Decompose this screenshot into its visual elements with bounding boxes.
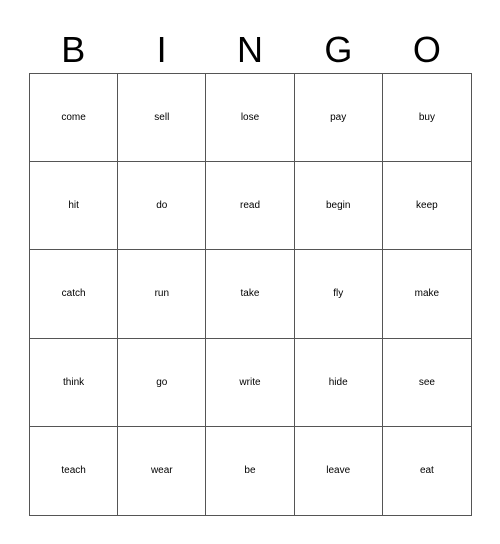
bingo-cell: be (206, 426, 295, 515)
bingo-cell: do (118, 162, 207, 251)
bingo-cell: buy (382, 74, 471, 163)
bingo-cell: write (206, 338, 295, 427)
bingo-cell: keep (382, 162, 471, 251)
header-letter-n: N (237, 29, 264, 70)
bingo-cell: begin (294, 162, 383, 251)
bingo-cell: fly (294, 250, 383, 339)
bingo-cell: sell (118, 74, 207, 163)
bingo-cell: leave (295, 426, 383, 515)
header-letter-b: B (61, 29, 86, 70)
header-letter-g: G (324, 29, 353, 70)
bingo-cell: run (118, 250, 207, 339)
bingo-cell: take (206, 250, 295, 339)
bingo-cell: eat (419, 465, 434, 477)
bingo-cell: read (206, 162, 295, 251)
bingo-cell: make (382, 250, 471, 339)
bingo-header: B I N G O (29, 28, 471, 72)
header-letter-o: O (412, 29, 441, 70)
bingo-cell: hide (294, 338, 383, 427)
bingo-cell: wear (118, 426, 207, 515)
bingo-cell: hit (30, 162, 119, 251)
bingo-cell: see (382, 339, 471, 427)
bingo-cell: teach (30, 426, 119, 515)
bingo-grid: come sell lose pay buy hit do read begin keep catc… (29, 73, 472, 516)
bingo-cell: come (30, 74, 119, 163)
bingo-cell: pay (294, 74, 383, 163)
bingo-cell: lose (206, 74, 295, 163)
header-letter-i: I (156, 29, 167, 70)
bingo-cell: go (118, 338, 207, 427)
bingo-cell: catch (30, 250, 119, 339)
bingo-cell: think (30, 338, 119, 427)
